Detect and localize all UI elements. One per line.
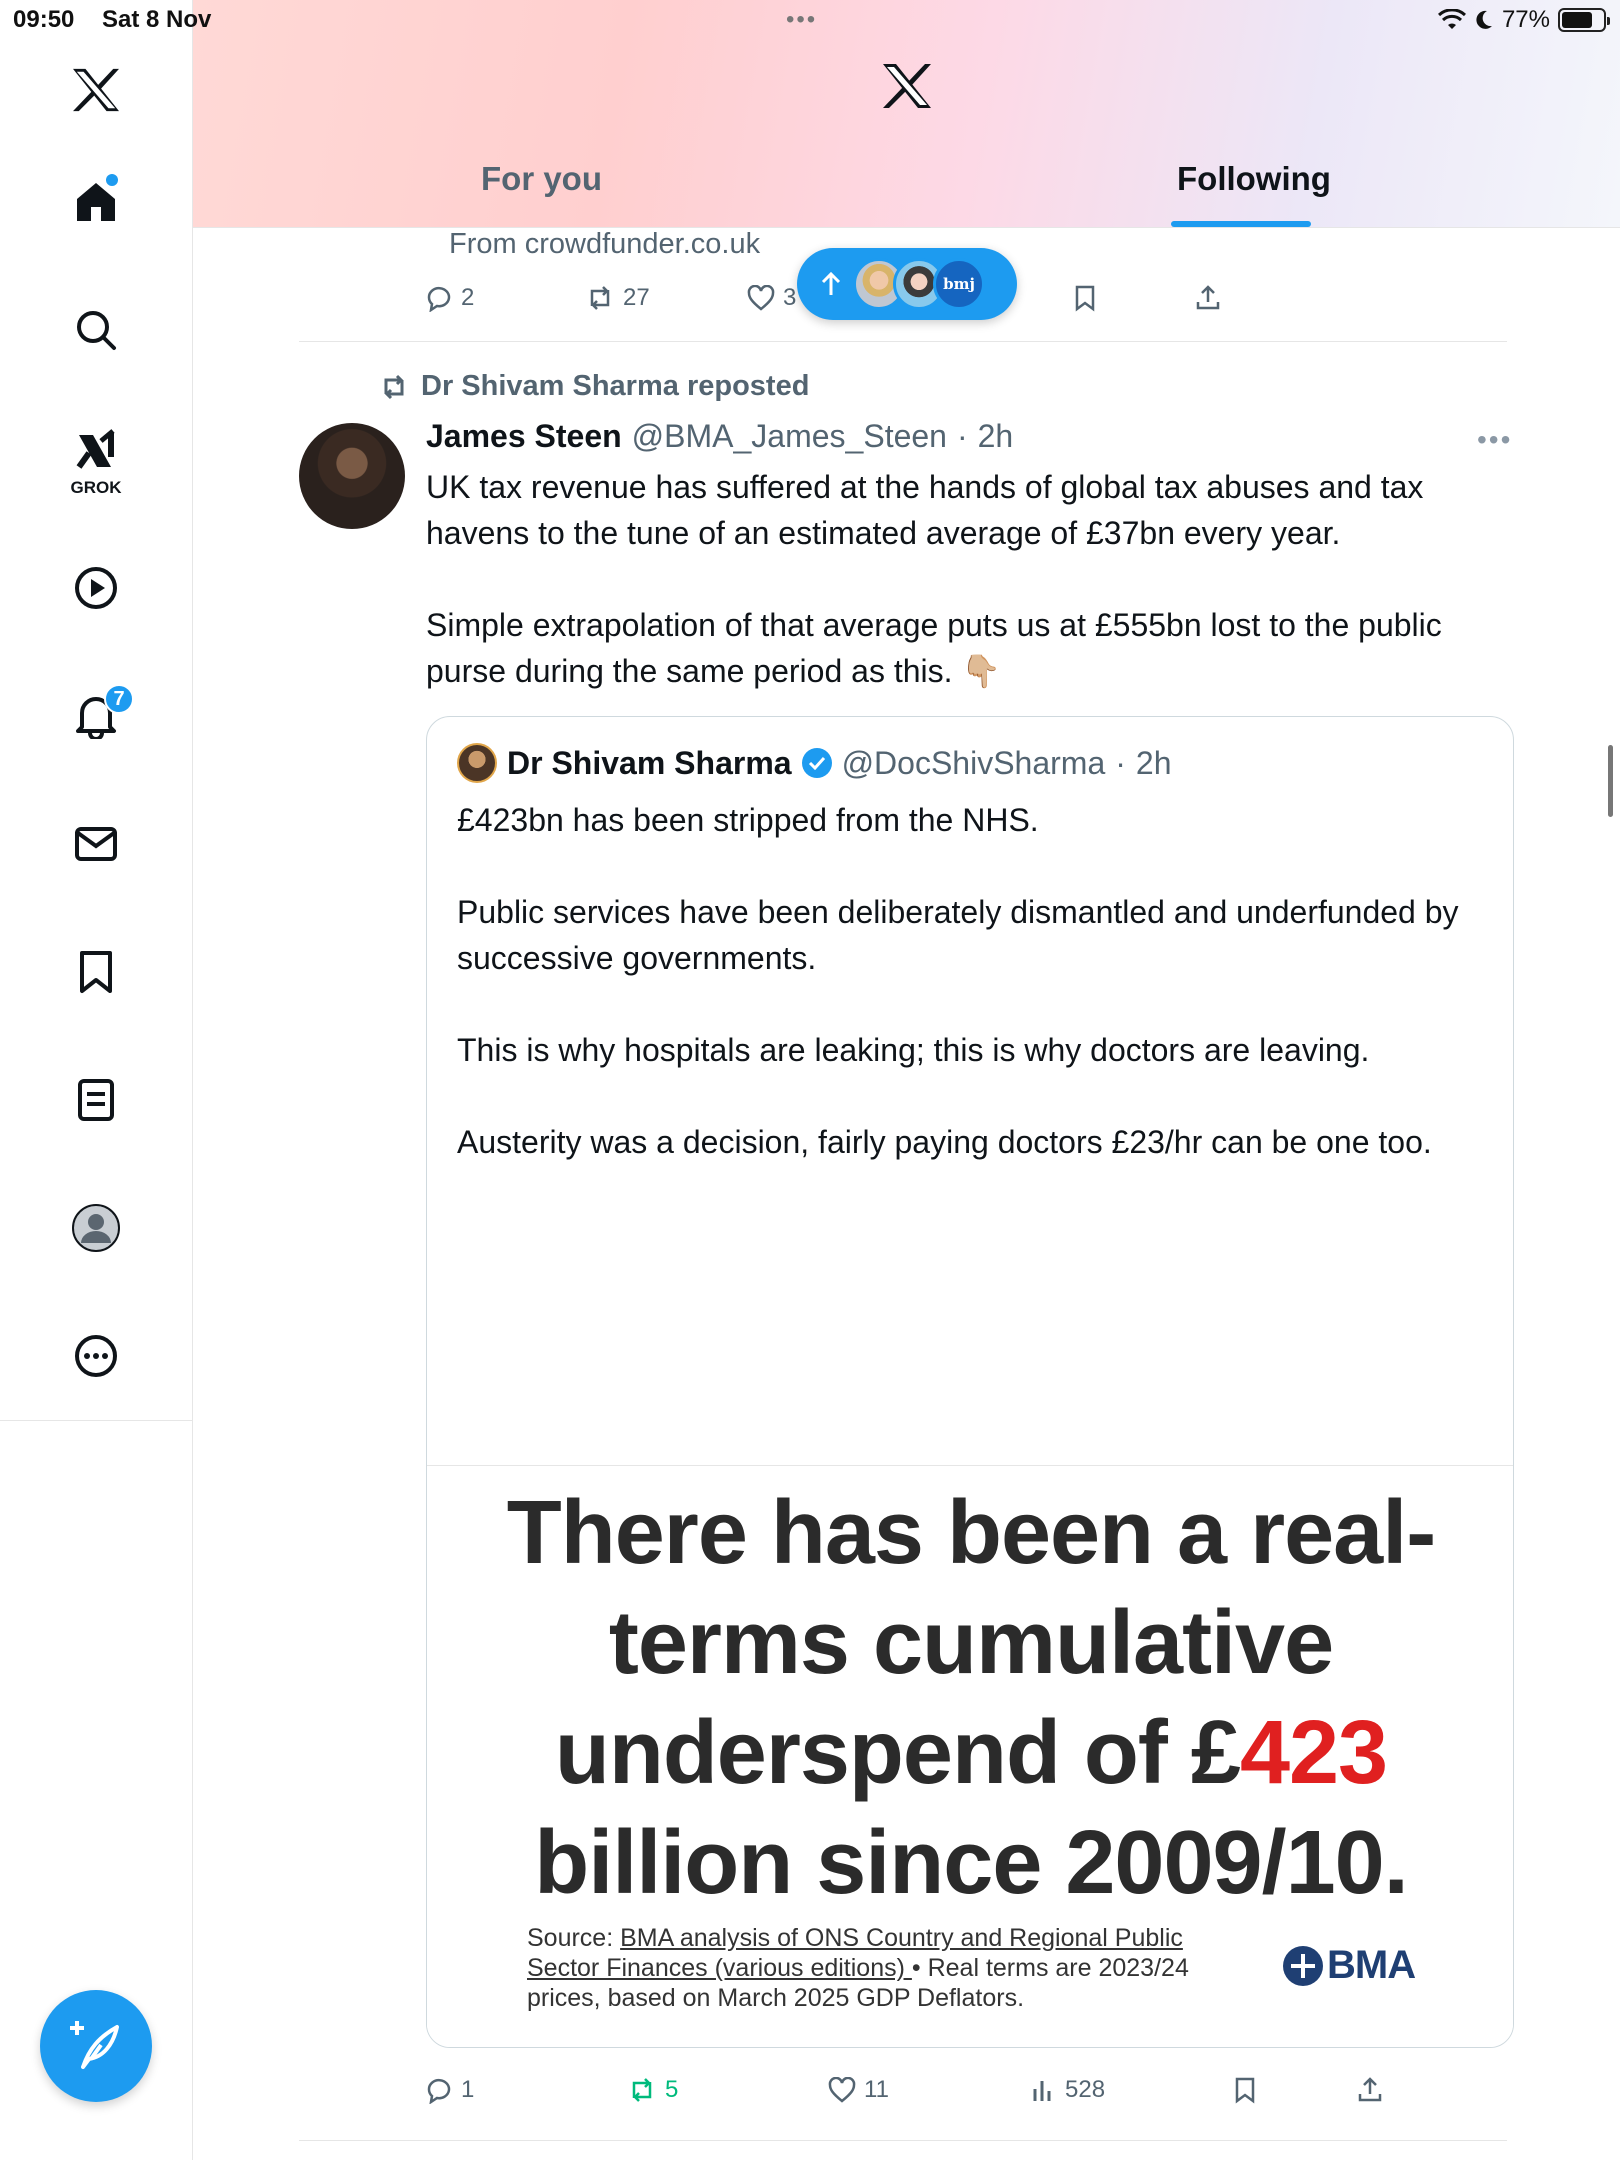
views-button[interactable]: 528 xyxy=(1031,2076,1105,2104)
headline-text-post: billion since 2009/10. xyxy=(534,1813,1408,1913)
quoted-author-row: Dr Shivam Sharma @DocShivSharma · 2h xyxy=(457,743,1172,783)
repost-count: 5 xyxy=(665,2076,679,2103)
post-paragraph: Simple extrapolation of that average put… xyxy=(426,607,1442,689)
bma-logo: BMA xyxy=(1283,1943,1416,1988)
more-icon[interactable] xyxy=(70,1330,122,1382)
tab-for-you[interactable]: For you xyxy=(481,160,602,198)
heart-icon xyxy=(747,285,775,311)
quoted-avatar xyxy=(457,743,497,783)
compose-button[interactable] xyxy=(40,1990,152,2102)
grok-label: GROK xyxy=(70,478,122,497)
like-button[interactable]: 3 xyxy=(747,284,796,312)
dot-separator: · xyxy=(956,418,968,454)
quoted-author-name: Dr Shivam Sharma xyxy=(507,744,792,781)
reply-icon xyxy=(427,2078,451,2104)
like-count: 11 xyxy=(864,2076,889,2103)
share-button[interactable] xyxy=(1357,2076,1383,2104)
repost-count: 27 xyxy=(623,284,650,311)
play-icon[interactable] xyxy=(70,562,122,614)
x-logo-icon[interactable] xyxy=(881,62,933,110)
views-icon xyxy=(1033,2081,1051,2101)
status-time: 09:50 xyxy=(13,6,75,33)
image-source-note: Source: BMA analysis of ONS Country and … xyxy=(527,1923,1227,2013)
bookmark-icon xyxy=(1075,285,1095,312)
home-unread-dot xyxy=(106,174,118,186)
bma-emblem-icon xyxy=(1283,1945,1323,1986)
share-button[interactable] xyxy=(1195,284,1221,312)
post-separator xyxy=(299,2140,1507,2141)
share-icon xyxy=(1358,2077,1382,2102)
battery-icon xyxy=(1558,8,1610,32)
reply-count: 1 xyxy=(461,2076,475,2103)
repost-button[interactable]: 5 xyxy=(627,2076,678,2104)
dot-separator: · xyxy=(1115,744,1126,781)
new-post-avatar-bmj: bmj xyxy=(933,258,985,310)
reply-button[interactable]: 2 xyxy=(425,284,474,312)
more-options-icon[interactable]: ••• xyxy=(1477,424,1512,456)
status-right: 77% xyxy=(1437,6,1610,34)
verified-badge-icon xyxy=(801,748,832,778)
profile-icon[interactable] xyxy=(70,1202,122,1254)
repost-by-label: Dr Shivam Sharma reposted xyxy=(421,370,810,402)
avatar[interactable] xyxy=(299,423,405,529)
reply-button[interactable]: 1 xyxy=(425,2076,474,2104)
card-source-link[interactable]: From crowdfunder.co.uk xyxy=(449,228,760,261)
quoted-post[interactable]: Dr Shivam Sharma @DocShivSharma · 2h £42… xyxy=(426,716,1514,2048)
status-date: Sat 8 Nov xyxy=(102,6,212,33)
tab-following[interactable]: Following xyxy=(1177,160,1331,198)
active-tab-indicator xyxy=(1171,221,1311,227)
arrow-up-icon xyxy=(821,271,841,295)
quoted-paragraph: Austerity was a decision, fairly paying … xyxy=(457,1124,1432,1160)
multitasking-dots-icon[interactable]: ••• xyxy=(786,6,817,34)
wifi-icon xyxy=(1437,9,1466,29)
notifications-badge: 7 xyxy=(104,684,134,714)
quoted-paragraph: £423bn has been stripped from the NHS. xyxy=(457,802,1039,838)
bookmark-icon xyxy=(1235,2077,1255,2104)
search-icon[interactable] xyxy=(70,304,122,356)
bookmark-button[interactable] xyxy=(1073,284,1097,312)
new-posts-pill[interactable]: bmj xyxy=(797,248,1017,320)
bookmark-button[interactable] xyxy=(1233,2076,1257,2104)
post-time[interactable]: 2h xyxy=(978,418,1014,455)
battery-percent: 77% xyxy=(1501,6,1550,33)
moon-icon xyxy=(1476,10,1492,29)
quoted-paragraph: Public services have been deliberately d… xyxy=(457,894,1459,976)
scrollbar[interactable] xyxy=(1608,745,1613,817)
sidebar-divider xyxy=(0,1420,193,1421)
post-paragraph: UK tax revenue has suffered at the hands… xyxy=(426,469,1424,551)
repost-icon xyxy=(384,374,404,399)
bookmark-icon[interactable] xyxy=(70,946,122,998)
reply-icon xyxy=(427,286,451,312)
bma-logo-text: BMA xyxy=(1327,1943,1416,1987)
heart-icon xyxy=(828,2077,856,2103)
source-label: Source: xyxy=(527,1924,621,1952)
quoted-author-handle: @DocShivSharma xyxy=(841,744,1106,781)
quoted-paragraph: This is why hospitals are leaking; this … xyxy=(457,1032,1370,1068)
compose-icon xyxy=(70,2021,119,2069)
headline-amount: 423 xyxy=(1239,1703,1388,1803)
views-count: 528 xyxy=(1065,2076,1106,2103)
reply-count: 2 xyxy=(461,284,475,311)
repost-icon xyxy=(632,2078,652,2102)
repost-indicator: Dr Shivam Sharma reposted xyxy=(379,370,809,403)
quoted-post-time: 2h xyxy=(1135,744,1172,781)
status-bar: 09:50 Sat 8 Nov ••• 77% xyxy=(0,0,1620,40)
like-button[interactable]: 11 xyxy=(828,2076,889,2104)
like-count: 3 xyxy=(783,284,797,311)
post-author-row: James Steen @BMA_James_Steen · 2h xyxy=(426,418,1013,455)
list-icon[interactable] xyxy=(70,1074,122,1126)
author-handle[interactable]: @BMA_James_Steen xyxy=(632,418,947,455)
quoted-post-text: £423bn has been stripped from the NHS. P… xyxy=(457,797,1487,1211)
post-separator xyxy=(299,341,1507,342)
grok-icon[interactable] xyxy=(70,424,122,476)
x-logo-icon[interactable] xyxy=(70,64,122,116)
mail-icon[interactable] xyxy=(70,818,122,870)
image-headline: There has been a real-terms cumulative u… xyxy=(467,1478,1475,1918)
author-name[interactable]: James Steen xyxy=(426,418,622,455)
repost-icon xyxy=(590,286,610,310)
sidebar: GROK 7 xyxy=(0,0,193,2160)
share-icon xyxy=(1196,285,1220,310)
repost-button[interactable]: 27 xyxy=(585,284,650,312)
post-text: UK tax revenue has suffered at the hands… xyxy=(426,464,1506,740)
